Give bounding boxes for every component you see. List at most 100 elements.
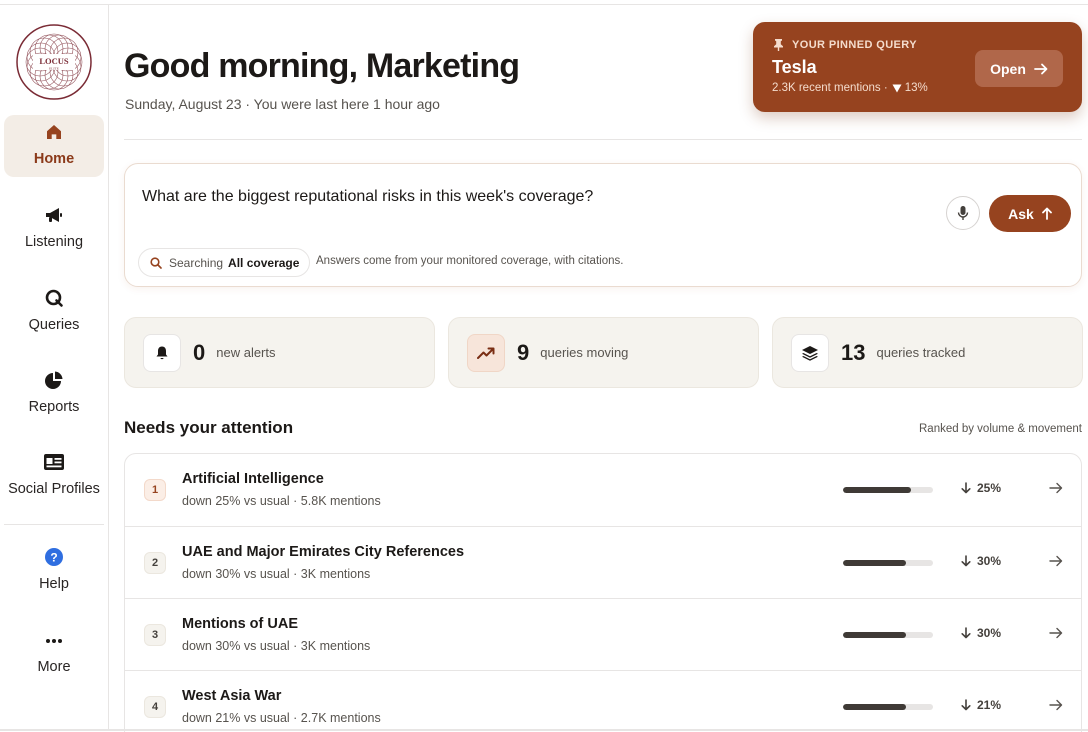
attention-row[interactable]: 1 Artificial Intelligence down 25% vs us… (125, 454, 1081, 526)
pie-chart-icon (43, 369, 65, 391)
trending-up-icon (467, 333, 505, 372)
microphone-icon (957, 206, 969, 220)
arrow-right-icon (1033, 63, 1048, 74)
microphone-button[interactable] (946, 196, 980, 230)
volume-bar-fill (843, 704, 906, 710)
ranking-note: Ranked by volume & movement (919, 423, 1082, 435)
stat-label: queries moving (540, 345, 629, 360)
arrow-down-icon (961, 699, 971, 711)
sidebar-item-label: More (37, 659, 71, 675)
attention-row[interactable]: 2 UAE and Major Emirates City References… (125, 526, 1081, 598)
pinned-query-change: 13% (904, 82, 928, 94)
query-icon (43, 287, 65, 309)
search-icon (150, 256, 162, 269)
volume-bar (843, 487, 933, 493)
arrow-right-icon[interactable] (1049, 627, 1063, 639)
pinned-query-card[interactable]: YOUR PINNED QUERY Tesla 2.3K recent ment… (753, 22, 1082, 112)
query-subtitle: down 25% vs usual · 5.8K mentions (182, 494, 381, 508)
megaphone-icon (43, 204, 65, 226)
ask-button-label: Ask (1008, 205, 1034, 222)
volume-bar-fill (843, 560, 906, 566)
stat-value: 13 (841, 339, 866, 365)
volume-bar-fill (843, 487, 912, 493)
pinned-query-heading-text: YOUR PINNED QUERY (792, 38, 917, 51)
pinned-query-meta: 2.3K recent mentions · 13% (772, 82, 928, 94)
window-bottom-border (0, 729, 1088, 731)
pinned-query-mentions: 2.3K recent mentions · (772, 82, 888, 94)
query-title: UAE and Major Emirates City References (182, 544, 465, 560)
bell-icon (143, 333, 181, 372)
sidebar-item-queries[interactable]: Queries (4, 281, 104, 343)
change-indicator: 25% (961, 481, 1001, 495)
sidebar-item-label: Listening (24, 234, 84, 250)
stat-label: new alerts (216, 345, 276, 360)
scope-value: All coverage (228, 255, 300, 270)
rank-badge: 3 (144, 624, 166, 646)
pinned-query-title: Tesla (772, 57, 817, 77)
change-indicator: 30% (961, 554, 1001, 568)
arrow-right-icon[interactable] (1049, 482, 1063, 494)
scope-prefix: Searching (169, 255, 224, 270)
sidebar-item-label: Help (39, 576, 69, 592)
arrow-up-icon (1041, 207, 1052, 220)
open-pinned-query-button[interactable]: Open (975, 50, 1063, 87)
last-visit-subline: Sunday, August 23 · You were last here 1… (125, 96, 440, 112)
stat-card-new-alerts[interactable]: 0 new alerts (124, 317, 435, 388)
arrow-down-icon (961, 627, 971, 639)
volume-bar-fill (843, 632, 906, 638)
svg-text:LOCUS: LOCUS (39, 56, 69, 66)
change-value: 25% (977, 481, 1002, 495)
stat-card-queries-tracked[interactable]: 13 queries tracked (772, 317, 1083, 388)
ask-input[interactable]: What are the biggest reputational risks … (142, 188, 593, 206)
sidebar-item-label: Queries (28, 317, 80, 333)
sidebar-item-label: Home (33, 151, 75, 167)
ask-button[interactable]: Ask (989, 195, 1071, 232)
sidebar: LOCUS ELITE Home Listening Queries Repor… (0, 5, 109, 729)
change-indicator: 30% (961, 626, 1001, 640)
stat-label: queries tracked (876, 345, 966, 360)
query-title: West Asia War (182, 688, 282, 704)
rank-badge: 2 (144, 552, 166, 574)
attention-row[interactable]: 3 Mentions of UAE down 30% vs usual · 3K… (125, 598, 1081, 670)
sidebar-item-label: Reports (28, 399, 80, 415)
query-subtitle: down 30% vs usual · 3K mentions (182, 567, 371, 581)
pinned-query-heading: YOUR PINNED QUERY (773, 38, 917, 51)
window-top-border (0, 4, 1088, 5)
sidebar-item-social-profiles[interactable]: Social Profiles (4, 445, 104, 507)
sidebar-item-home[interactable]: Home (4, 115, 104, 177)
change-value: 30% (977, 626, 1002, 640)
header-divider (124, 139, 1082, 140)
ask-note: Answers come from your monitored coverag… (316, 255, 624, 267)
down-triangle-icon (892, 84, 902, 92)
sidebar-item-help[interactable]: ? Help (4, 540, 104, 602)
attention-section-title: Needs your attention (124, 418, 294, 437)
sidebar-item-more[interactable]: More (4, 623, 104, 685)
rank-badge: 4 (144, 696, 166, 718)
rank-badge: 1 (144, 479, 166, 501)
stat-value: 0 (193, 339, 206, 365)
ask-box: What are the biggest reputational risks … (124, 163, 1082, 287)
arrow-right-icon[interactable] (1049, 699, 1063, 711)
volume-bar (843, 560, 933, 566)
layers-icon (791, 333, 829, 372)
change-value: 21% (977, 698, 1002, 712)
attention-row[interactable]: 4 West Asia War down 21% vs usual · 2.7K… (125, 670, 1081, 732)
arrow-down-icon (961, 482, 971, 494)
svg-text:?: ? (50, 551, 57, 565)
arrow-down-icon (961, 555, 971, 567)
open-button-label: Open (990, 60, 1026, 77)
home-icon (43, 121, 65, 143)
stat-card-queries-moving[interactable]: 9 queries moving (448, 317, 759, 388)
sidebar-item-listening[interactable]: Listening (4, 198, 104, 260)
sidebar-item-reports[interactable]: Reports (4, 363, 104, 425)
change-indicator: 21% (961, 698, 1001, 712)
help-icon: ? (43, 546, 65, 568)
pin-icon (774, 39, 783, 51)
locus-logo[interactable]: LOCUS ELITE (15, 23, 93, 101)
arrow-right-icon[interactable] (1049, 555, 1063, 567)
more-icon (43, 629, 65, 651)
volume-bar (843, 704, 933, 710)
search-scope-selector[interactable]: Searching All coverage (138, 248, 311, 277)
stat-value: 9 (517, 339, 530, 365)
volume-bar (843, 632, 933, 638)
